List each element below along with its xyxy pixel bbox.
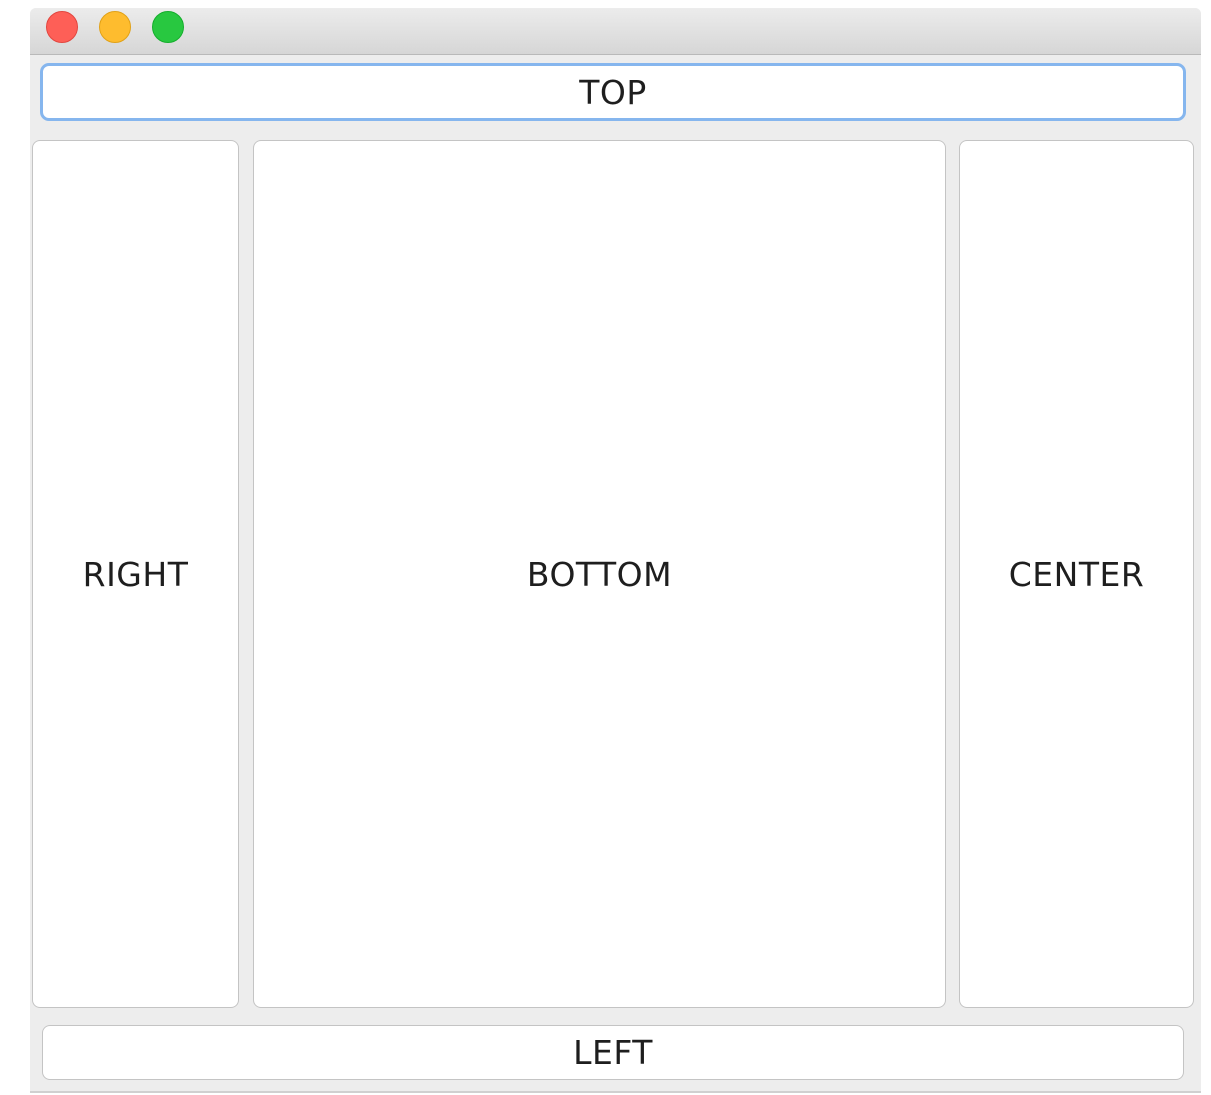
bottom-button[interactable]: BOTTOM (253, 140, 946, 1008)
left-button[interactable]: LEFT (42, 1025, 1184, 1080)
close-traffic-light-icon[interactable] (46, 11, 78, 43)
title-bar[interactable] (30, 8, 1201, 55)
app-window: TOP RIGHT BOTTOM CENTER LEFT (30, 8, 1201, 1093)
minimize-traffic-light-icon[interactable] (99, 11, 131, 43)
center-button[interactable]: CENTER (959, 140, 1194, 1008)
right-button[interactable]: RIGHT (32, 140, 239, 1008)
zoom-traffic-light-icon[interactable] (152, 11, 184, 43)
top-button[interactable]: TOP (40, 63, 1186, 121)
window-bottom-edge (30, 1091, 1201, 1093)
